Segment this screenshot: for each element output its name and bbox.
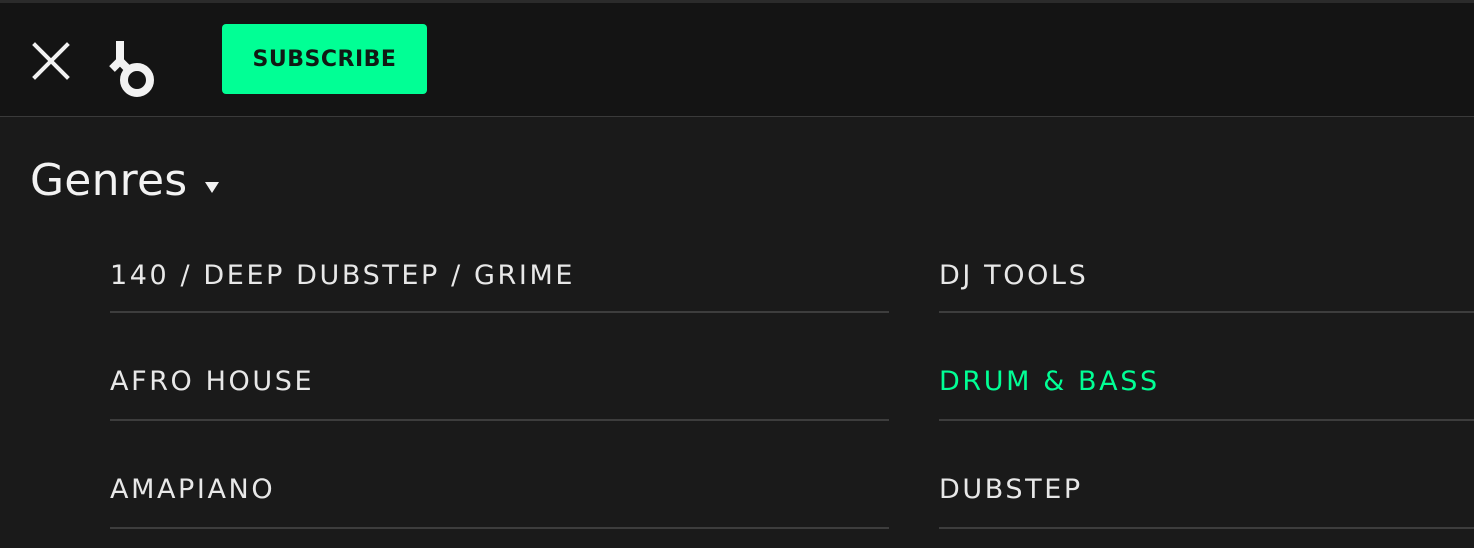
genre-item-afro-house[interactable]: AFRO HOUSE xyxy=(110,313,889,421)
genre-label: DJ TOOLS xyxy=(939,260,1089,291)
genres-menu-page: SUBSCRIBE Genres 140 / DEEP DUBSTEP / GR… xyxy=(0,0,1474,548)
genre-label: DRUM & BASS xyxy=(939,366,1160,397)
beatport-logo-icon xyxy=(109,41,154,97)
genre-item-dj-tools[interactable]: DJ TOOLS xyxy=(939,243,1474,313)
beatport-logo[interactable] xyxy=(106,37,166,99)
genre-list-left: 140 / DEEP DUBSTEP / GRIME AFRO HOUSE AM… xyxy=(110,243,889,529)
genre-item-drum-and-bass[interactable]: DRUM & BASS xyxy=(939,313,1474,421)
close-button[interactable] xyxy=(26,40,76,84)
close-icon xyxy=(32,42,70,80)
genre-label: AMAPIANO xyxy=(110,474,276,505)
subscribe-button[interactable]: SUBSCRIBE xyxy=(222,24,427,94)
menu-header: SUBSCRIBE xyxy=(0,3,1474,117)
genre-item-dubstep[interactable]: DUBSTEP xyxy=(939,421,1474,529)
caret-down-icon xyxy=(205,181,220,193)
genre-item-amapiano[interactable]: AMAPIANO xyxy=(110,421,889,529)
genre-list-right: DJ TOOLS DRUM & BASS DUBSTEP xyxy=(939,243,1474,529)
genre-label: AFRO HOUSE xyxy=(110,366,315,397)
genre-label: 140 / DEEP DUBSTEP / GRIME xyxy=(110,260,576,291)
genre-label: DUBSTEP xyxy=(939,474,1083,505)
genres-dropdown-toggle[interactable]: Genres xyxy=(30,152,220,208)
genre-item-140-deep-dubstep-grime[interactable]: 140 / DEEP DUBSTEP / GRIME xyxy=(110,243,889,313)
genres-title: Genres xyxy=(30,154,188,206)
